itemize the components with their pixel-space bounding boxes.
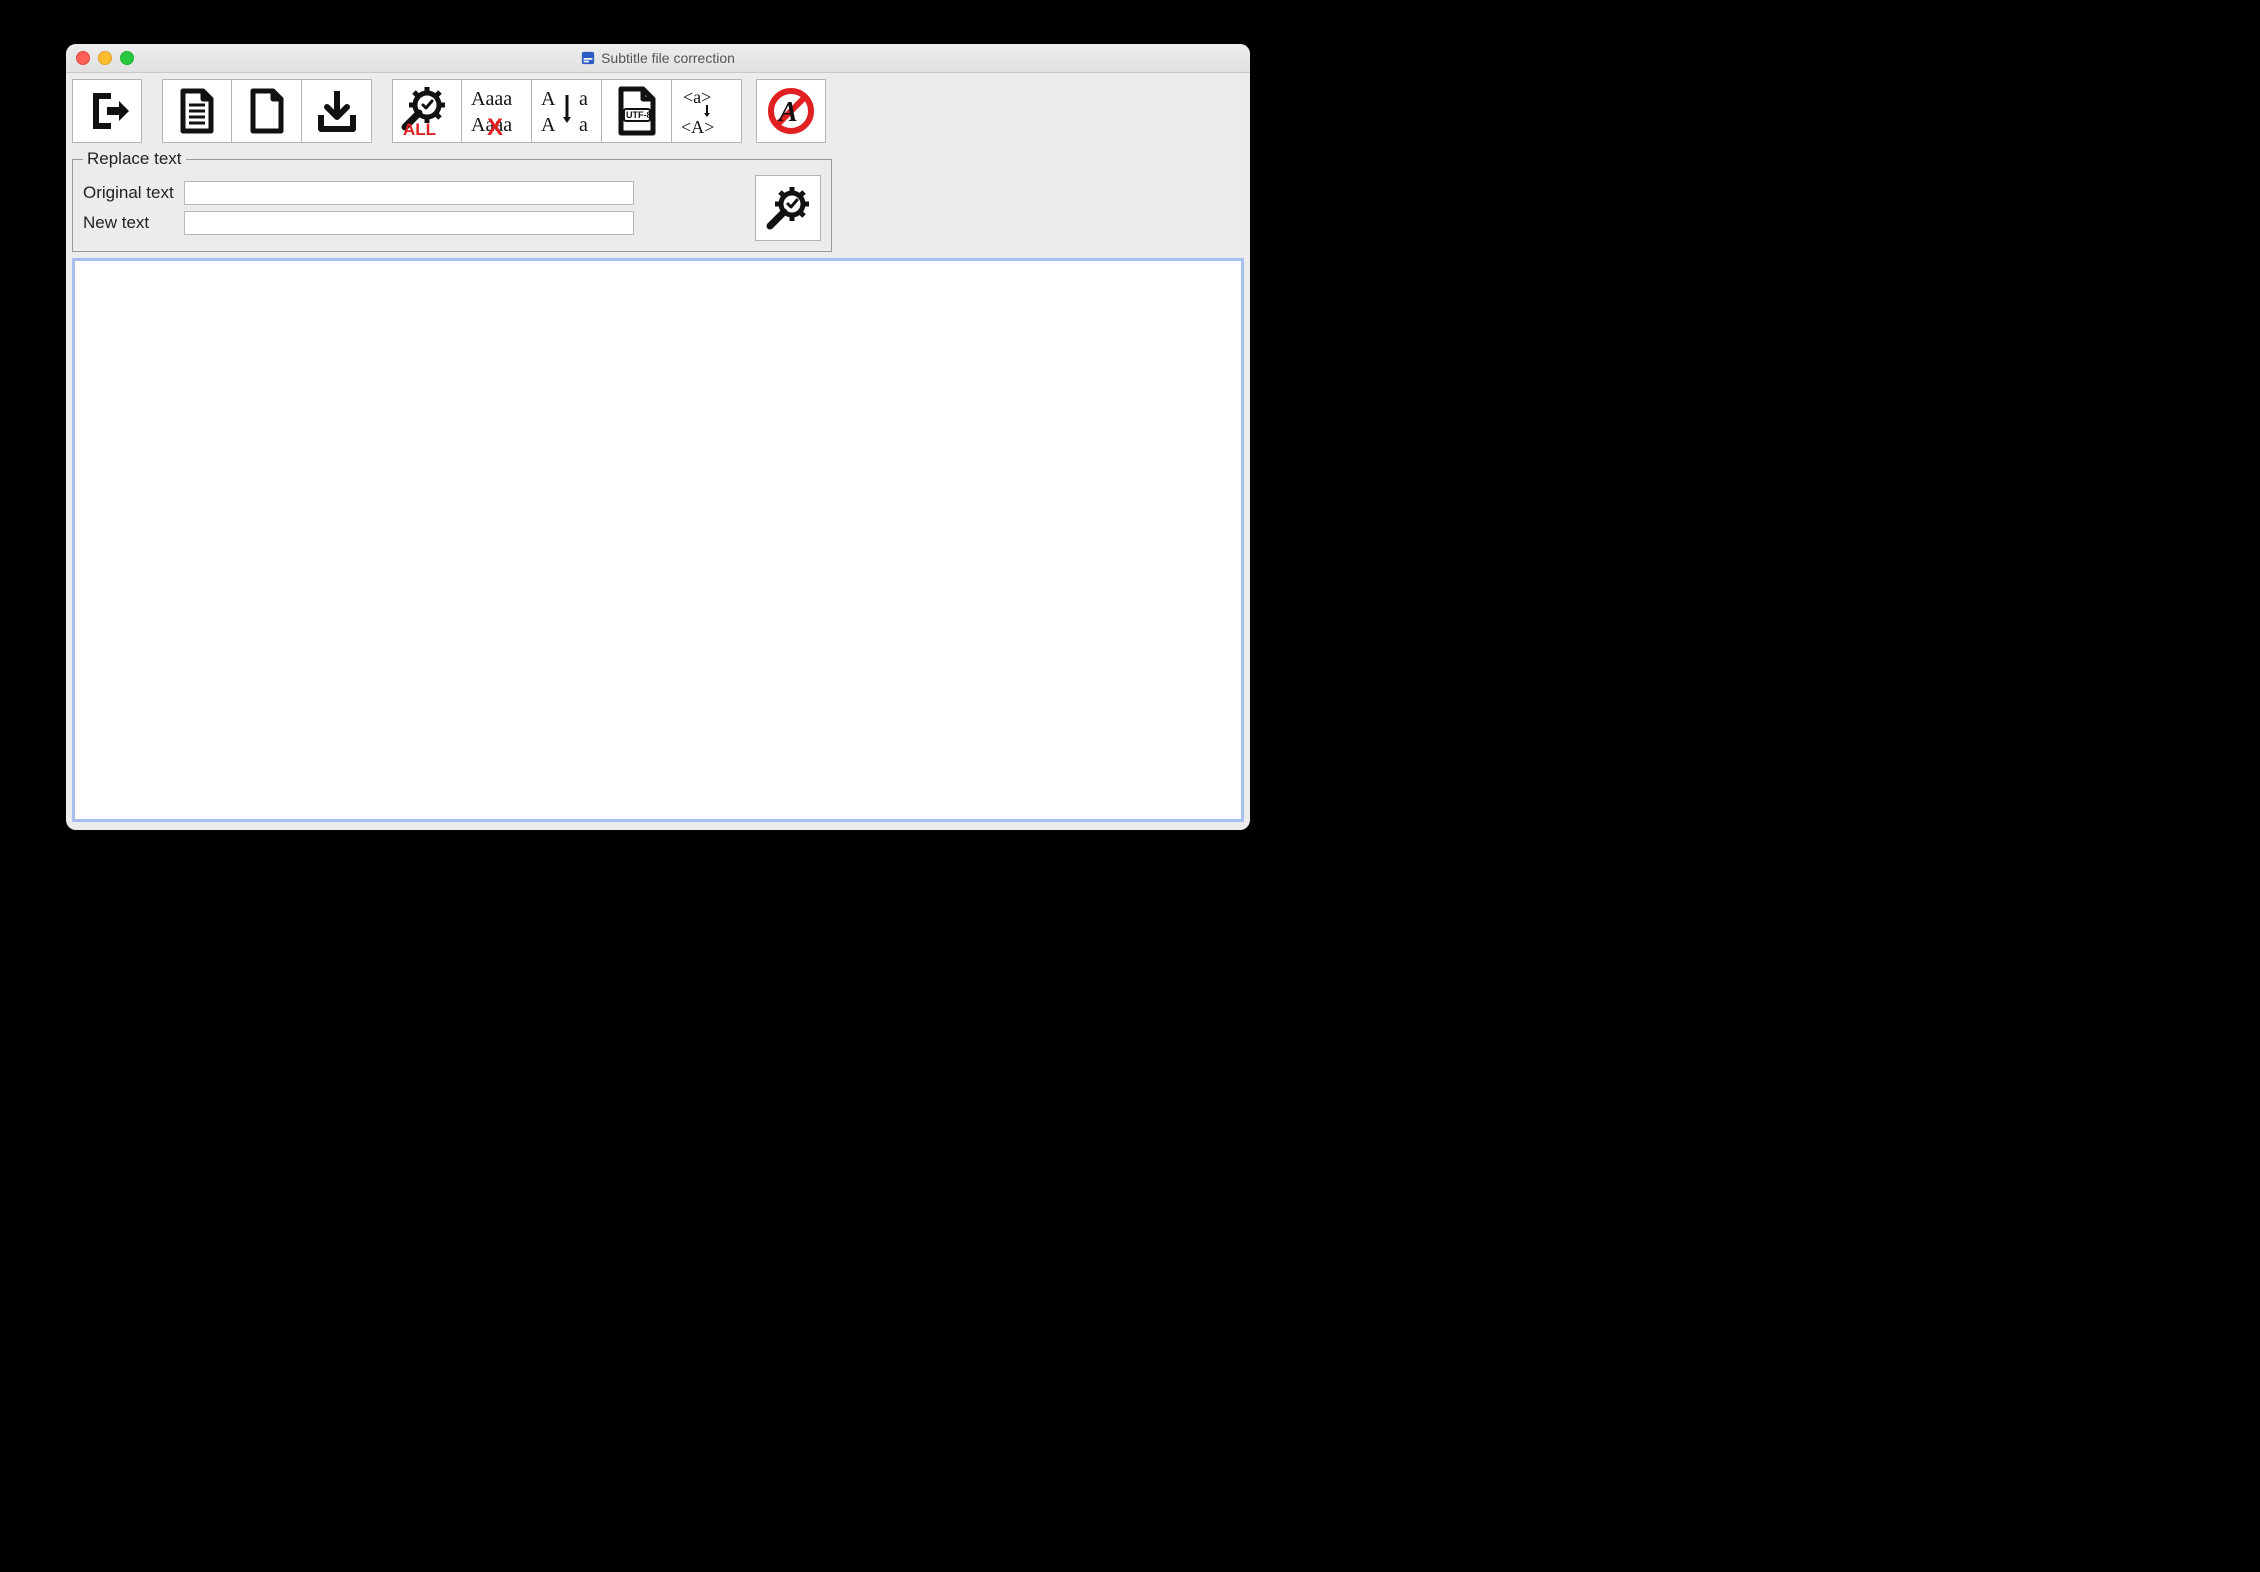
svg-text:A: A [541,88,556,110]
svg-text:A: A [777,97,798,128]
close-window-button[interactable] [76,51,90,65]
new-file-icon [245,87,289,135]
disable-style-icon: A [765,85,817,137]
convert-tags-icon: <a> <A> [677,85,737,137]
traffic-lights [76,51,134,65]
toolbar: ALL Aaaa Aaaa X A a A a [66,73,1250,149]
fix-group: ALL Aaaa Aaaa X A a A a [392,79,742,143]
original-text-label: Original text [83,183,174,203]
run-replace-icon [764,184,812,232]
svg-text:a: a [579,114,588,136]
change-case-button[interactable]: A a A a [532,79,602,143]
remove-case-duplicates-icon: Aaaa Aaaa X [467,85,527,137]
editor-wrap [72,258,1244,822]
save-file-icon [313,87,361,135]
svg-text:Aaaa: Aaaa [471,88,512,110]
subtitle-editor[interactable] [72,258,1244,822]
fix-all-button[interactable]: ALL [392,79,462,143]
svg-text:UTF-8: UTF-8 [626,110,652,120]
remove-case-duplicates-button[interactable]: Aaaa Aaaa X [462,79,532,143]
original-text-input[interactable] [184,181,634,205]
replace-legend: Replace text [83,149,186,169]
title-center: Subtitle file correction [66,50,1250,66]
save-file-button[interactable] [302,79,372,143]
svg-text:a: a [579,88,588,110]
exit-button[interactable] [72,79,142,143]
svg-text:X: X [487,114,503,137]
exit-icon [83,87,131,135]
new-file-button[interactable] [232,79,302,143]
encoding-utf8-button[interactable]: UTF-8 [602,79,672,143]
change-case-icon: A a A a [537,85,597,137]
fix-all-icon: ALL [399,85,455,137]
convert-tags-button[interactable]: <a> <A> [672,79,742,143]
open-file-icon [175,87,219,135]
svg-text:<A>: <A> [681,117,714,137]
app-window: Subtitle file correction [66,44,1250,830]
svg-text:<a>: <a> [683,87,711,107]
minimize-window-button[interactable] [98,51,112,65]
app-icon [581,51,595,65]
svg-text:ALL: ALL [403,120,436,137]
disable-style-button[interactable]: A [756,79,826,143]
run-replace-button[interactable] [755,175,821,241]
replace-text-group: Replace text Original text New text [72,149,832,252]
titlebar: Subtitle file correction [66,44,1250,73]
window-title: Subtitle file correction [601,50,735,66]
encoding-utf8-icon: UTF-8 [613,85,661,137]
svg-text:A: A [541,114,556,136]
new-text-label: New text [83,213,174,233]
maximize-window-button[interactable] [120,51,134,65]
open-file-button[interactable] [162,79,232,143]
file-group [162,79,372,143]
new-text-input[interactable] [184,211,634,235]
